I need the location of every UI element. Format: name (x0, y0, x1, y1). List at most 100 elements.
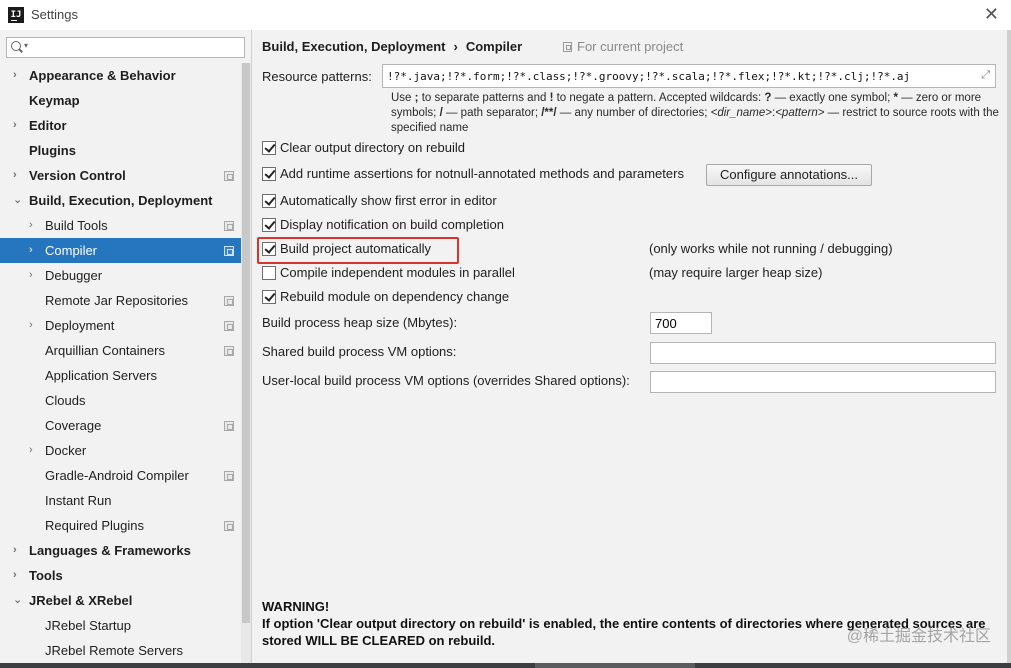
option-label: Compile independent modules in parallel (280, 265, 515, 280)
sidebar-item-required-plugins[interactable]: Required Plugins (0, 513, 241, 538)
heap-size-label: Build process heap size (Mbytes): (262, 315, 458, 330)
sidebar-item-label: Plugins (29, 143, 76, 158)
parallel-compile-note: (may require larger heap size) (649, 265, 823, 280)
settings-search[interactable]: ▾ (6, 37, 245, 58)
local-vm-options-input[interactable] (655, 374, 991, 390)
chevron-down-icon[interactable]: ⌄ (13, 188, 22, 213)
sidebar-item-arquillian-containers[interactable]: Arquillian Containers (0, 338, 241, 363)
checkbox[interactable] (262, 290, 276, 304)
shared-vm-options-label: Shared build process VM options: (262, 344, 457, 359)
sidebar-item-label: Keymap (29, 93, 80, 108)
search-options-icon[interactable]: ▾ (24, 41, 28, 50)
sidebar-item-label: Clouds (45, 393, 86, 408)
sidebar-item-application-servers[interactable]: Application Servers (0, 363, 241, 388)
sidebar-scrollbar-thumb[interactable] (242, 63, 250, 623)
project-scope-icon (224, 296, 234, 306)
sidebar-item-coverage[interactable]: Coverage (0, 413, 241, 438)
checkbox[interactable] (262, 167, 276, 181)
configure-annotations-button[interactable]: Configure annotations... (706, 164, 872, 186)
checkbox[interactable] (262, 194, 276, 208)
sidebar-item-label: JRebel Startup (45, 618, 131, 633)
sidebar-item-label: Debugger (45, 268, 103, 283)
breadcrumb: Build, Execution, Deployment › Compiler (262, 39, 522, 54)
sidebar-item-docker[interactable]: › Docker (0, 438, 241, 463)
sidebar-item-tools[interactable]: › Tools (0, 563, 241, 588)
sidebar-item-clouds[interactable]: Clouds (0, 388, 241, 413)
sidebar-item-label: Gradle-Android Compiler (45, 468, 189, 483)
sidebar-item-appearance-behavior[interactable]: › Appearance & Behavior (0, 63, 241, 88)
sidebar-item-label: Instant Run (45, 493, 112, 508)
sidebar-item-build-execution-deployment[interactable]: ⌄ Build, Execution, Deployment (0, 188, 241, 213)
project-scope-icon (224, 246, 234, 256)
shared-vm-options-field[interactable] (650, 342, 996, 364)
breadcrumb-parent[interactable]: Build, Execution, Deployment (262, 39, 445, 54)
scope-indicator: For current project (563, 39, 683, 54)
checkbox[interactable] (262, 242, 276, 256)
chevron-right-icon[interactable]: › (29, 438, 33, 463)
project-scope-icon (224, 521, 234, 531)
sidebar-item-keymap[interactable]: Keymap (0, 88, 241, 113)
sidebar-item-compiler[interactable]: › Compiler (0, 238, 241, 263)
sidebar-item-label: Languages & Frameworks (29, 543, 191, 558)
chevron-right-icon[interactable]: › (13, 113, 17, 138)
project-scope-icon (224, 346, 234, 356)
search-input[interactable] (35, 39, 240, 56)
chevron-down-icon[interactable]: ⌄ (13, 588, 22, 613)
sidebar-item-languages-frameworks[interactable]: › Languages & Frameworks (0, 538, 241, 563)
chevron-right-icon[interactable]: › (13, 563, 17, 588)
heap-size-field[interactable] (650, 312, 712, 334)
sidebar-item-jrebel-remote-servers[interactable]: JRebel Remote Servers (0, 638, 241, 663)
checkbox[interactable] (262, 141, 276, 155)
option-label: Display notification on build completion (280, 217, 505, 232)
sidebar-item-label: Compiler (45, 243, 98, 258)
sidebar-item-debugger[interactable]: › Debugger (0, 263, 241, 288)
resource-patterns-hint: Use ; to separate patterns and ! to nega… (391, 92, 999, 134)
sidebar-item-label: JRebel & XRebel (29, 593, 133, 608)
intellij-idea-icon: IJ (8, 7, 24, 23)
local-vm-options-label: User-local build process VM options (ove… (262, 373, 630, 388)
checkbox[interactable] (262, 218, 276, 232)
sidebar-item-label: Build, Execution, Deployment (29, 193, 213, 208)
project-scope-icon (224, 321, 234, 331)
sidebar-item-build-tools[interactable]: › Build Tools (0, 213, 241, 238)
search-icon (11, 41, 21, 51)
compiler-settings-panel: Build, Execution, Deployment › Compiler Fo… (253, 30, 1007, 663)
sidebar-item-jrebel-startup[interactable]: JRebel Startup (0, 613, 241, 638)
checkbox[interactable] (262, 266, 276, 280)
sidebar-item-remote-jar-repositories[interactable]: Remote Jar Repositories (0, 288, 241, 313)
chevron-right-icon[interactable]: › (13, 538, 17, 563)
chevron-right-icon[interactable]: › (13, 163, 17, 188)
bottom-strip-segment (535, 663, 695, 668)
sidebar-item-deployment[interactable]: › Deployment (0, 313, 241, 338)
scope-label: For current project (577, 39, 684, 54)
sidebar-item-instant-run[interactable]: Instant Run (0, 488, 241, 513)
breadcrumb-current: Compiler (465, 39, 523, 54)
sidebar-item-jrebel-xrebel[interactable]: ⌄ JRebel & XRebel (0, 588, 241, 613)
chevron-right-icon[interactable]: › (29, 313, 33, 338)
option-label: Clear output directory on rebuild (280, 140, 465, 155)
local-vm-options-field[interactable] (650, 371, 996, 393)
sidebar-item-version-control[interactable]: › Version Control (0, 163, 241, 188)
chevron-right-icon[interactable]: › (29, 213, 33, 238)
chevron-right-icon[interactable]: › (29, 238, 33, 263)
close-icon[interactable]: ✕ (984, 5, 999, 23)
chevron-right-icon[interactable]: › (13, 63, 17, 88)
chevron-right-icon[interactable]: › (29, 263, 33, 288)
sidebar-item-label: Docker (45, 443, 87, 458)
sidebar-scrollbar[interactable] (241, 63, 251, 663)
sidebar-item-label: Appearance & Behavior (29, 68, 176, 83)
sidebar-item-editor[interactable]: › Editor (0, 113, 241, 138)
shared-vm-options-input[interactable] (655, 345, 991, 361)
project-scope-icon (224, 471, 234, 481)
resource-patterns-input[interactable] (387, 68, 972, 85)
expand-icon[interactable]: ⤢ (981, 69, 990, 82)
resource-patterns-field[interactable]: ⤢ (382, 64, 996, 88)
window-title: Settings (31, 7, 78, 22)
sidebar-item-gradle-android-compiler[interactable]: Gradle-Android Compiler (0, 463, 241, 488)
sidebar-item-plugins[interactable]: Plugins (0, 138, 241, 163)
breadcrumb-separator: › (453, 39, 458, 54)
heap-size-input[interactable] (655, 315, 707, 331)
option-label: Add runtime assertions for notnull-annot… (280, 166, 684, 181)
sidebar-item-label: JRebel Remote Servers (45, 643, 183, 658)
build-automatically-note: (only works while not running / debuggin… (649, 241, 893, 256)
